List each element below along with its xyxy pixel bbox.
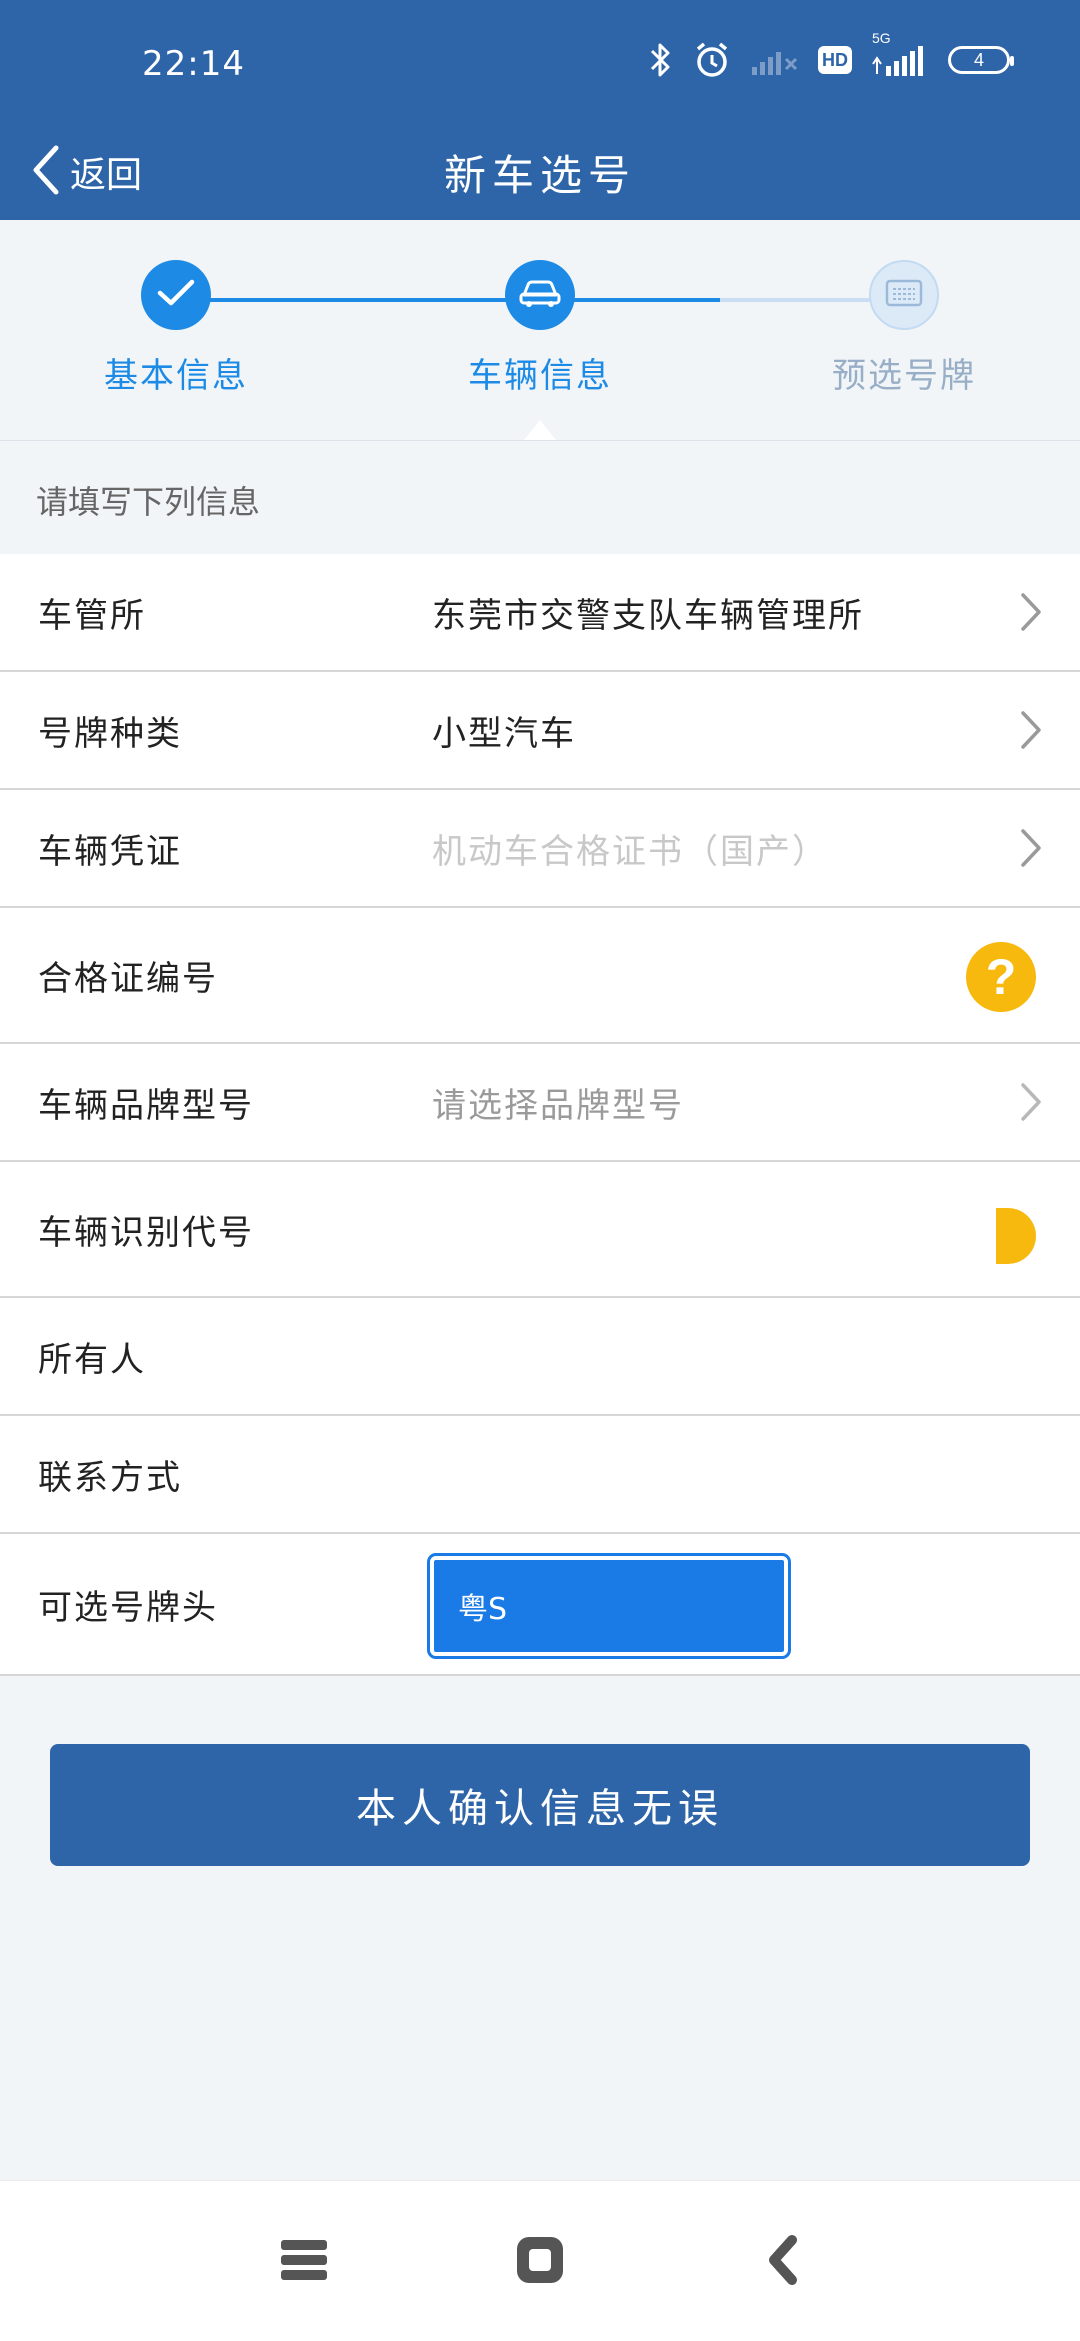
row-label: 合格证编号 (38, 958, 218, 999)
step-basic-info: 基本信息 (56, 260, 296, 397)
progress-stepper: 基本信息 车辆信息 预选号牌 (0, 220, 1080, 440)
step-label: 基本信息 (104, 356, 248, 396)
form-row-vehicle-certificate[interactable]: 车辆凭证 机动车合格证书（国产） (0, 790, 1080, 908)
nav-bar: 返回 新车选号 (0, 126, 1080, 220)
alarm-icon (692, 40, 732, 80)
status-bar: 22:14 HD 5G 4 (0, 0, 1080, 126)
form-row-plate-type[interactable]: 号牌种类 小型汽车 (0, 672, 1080, 790)
row-label: 所有人 (38, 1339, 146, 1380)
brand-model-placeholder: 请选择品牌型号 (432, 1085, 684, 1126)
signal-5g-icon: 5G (870, 30, 930, 76)
plate-prefix-select[interactable]: 粤S (427, 1553, 791, 1659)
plate-icon (885, 279, 923, 311)
row-value: 东莞市交警支队车辆管理所 (432, 595, 864, 636)
network-label: 5G (872, 30, 891, 46)
row-label: 可选号牌头 (38, 1587, 218, 1628)
confirm-button[interactable]: 本人确认信息无误 (50, 1744, 1030, 1866)
chevron-right-icon (1020, 1044, 1042, 1160)
vehicle-form: 车管所 东莞市交警支队车辆管理所 号牌种类 小型汽车 车辆凭证 机动车合格证书（… (0, 554, 1080, 1676)
row-value: 机动车合格证书（国产） (432, 831, 828, 872)
chevron-right-icon (1020, 672, 1042, 788)
help-icon[interactable]: ? (966, 942, 1036, 1012)
step-circle-pending (869, 260, 939, 330)
step-label: 车辆信息 (468, 356, 612, 396)
form-row-dmv-office[interactable]: 车管所 东莞市交警支队车辆管理所 (0, 554, 1080, 672)
app-header: 22:14 HD 5G 4 返回 新车选号 (0, 0, 1080, 220)
form-row-brand-model[interactable]: 车辆品牌型号 请选择品牌型号 (0, 1044, 1080, 1162)
section-hint: 请填写下列信息 (0, 440, 1080, 555)
row-label: 联系方式 (38, 1457, 182, 1498)
menu-icon (279, 2238, 329, 2286)
chevron-right-icon (1020, 554, 1042, 670)
back-nav-button[interactable] (737, 2217, 827, 2307)
chevron-right-icon (1020, 790, 1042, 906)
signal-weak-icon (750, 45, 800, 75)
back-icon (764, 2234, 800, 2290)
status-time: 22:14 (142, 44, 245, 84)
page-title: 新车选号 (443, 150, 636, 200)
step-label: 预选号牌 (832, 356, 976, 396)
battery-icon: 4 (948, 46, 1014, 74)
section-hint-text: 请填写下列信息 (36, 483, 261, 521)
form-row-owner[interactable]: 所有人 (0, 1298, 1080, 1416)
step-vehicle-info: 车辆信息 (420, 260, 660, 397)
status-icons: HD 5G 4 (648, 30, 1014, 80)
menu-button[interactable] (259, 2217, 349, 2307)
row-label: 车辆品牌型号 (38, 1085, 254, 1126)
bluetooth-icon (648, 41, 674, 79)
home-button[interactable] (495, 2217, 585, 2307)
row-label: 号牌种类 (38, 713, 182, 754)
row-label: 车管所 (38, 595, 146, 636)
form-row-plate-prefix[interactable]: 可选号牌头 粤S (0, 1534, 1080, 1676)
step-circle-current (505, 260, 575, 330)
step-circle-done (141, 260, 211, 330)
current-step-pointer (524, 420, 556, 440)
row-label: 车辆识别代号 (38, 1212, 254, 1253)
form-row-contact[interactable]: 联系方式 (0, 1416, 1080, 1534)
row-value: 小型汽车 (432, 713, 576, 754)
help-icon[interactable] (996, 1208, 1036, 1264)
hd-icon: HD (818, 46, 852, 74)
step-preselect-plate: 预选号牌 (784, 260, 1024, 397)
check-icon (156, 278, 196, 312)
home-icon (514, 2234, 566, 2290)
form-row-vin[interactable]: 车辆识别代号 (0, 1162, 1080, 1298)
row-label: 车辆凭证 (38, 831, 182, 872)
form-row-certificate-number[interactable]: 合格证编号 ? (0, 908, 1080, 1044)
system-nav-bar (0, 2180, 1080, 2341)
car-icon (518, 277, 562, 313)
